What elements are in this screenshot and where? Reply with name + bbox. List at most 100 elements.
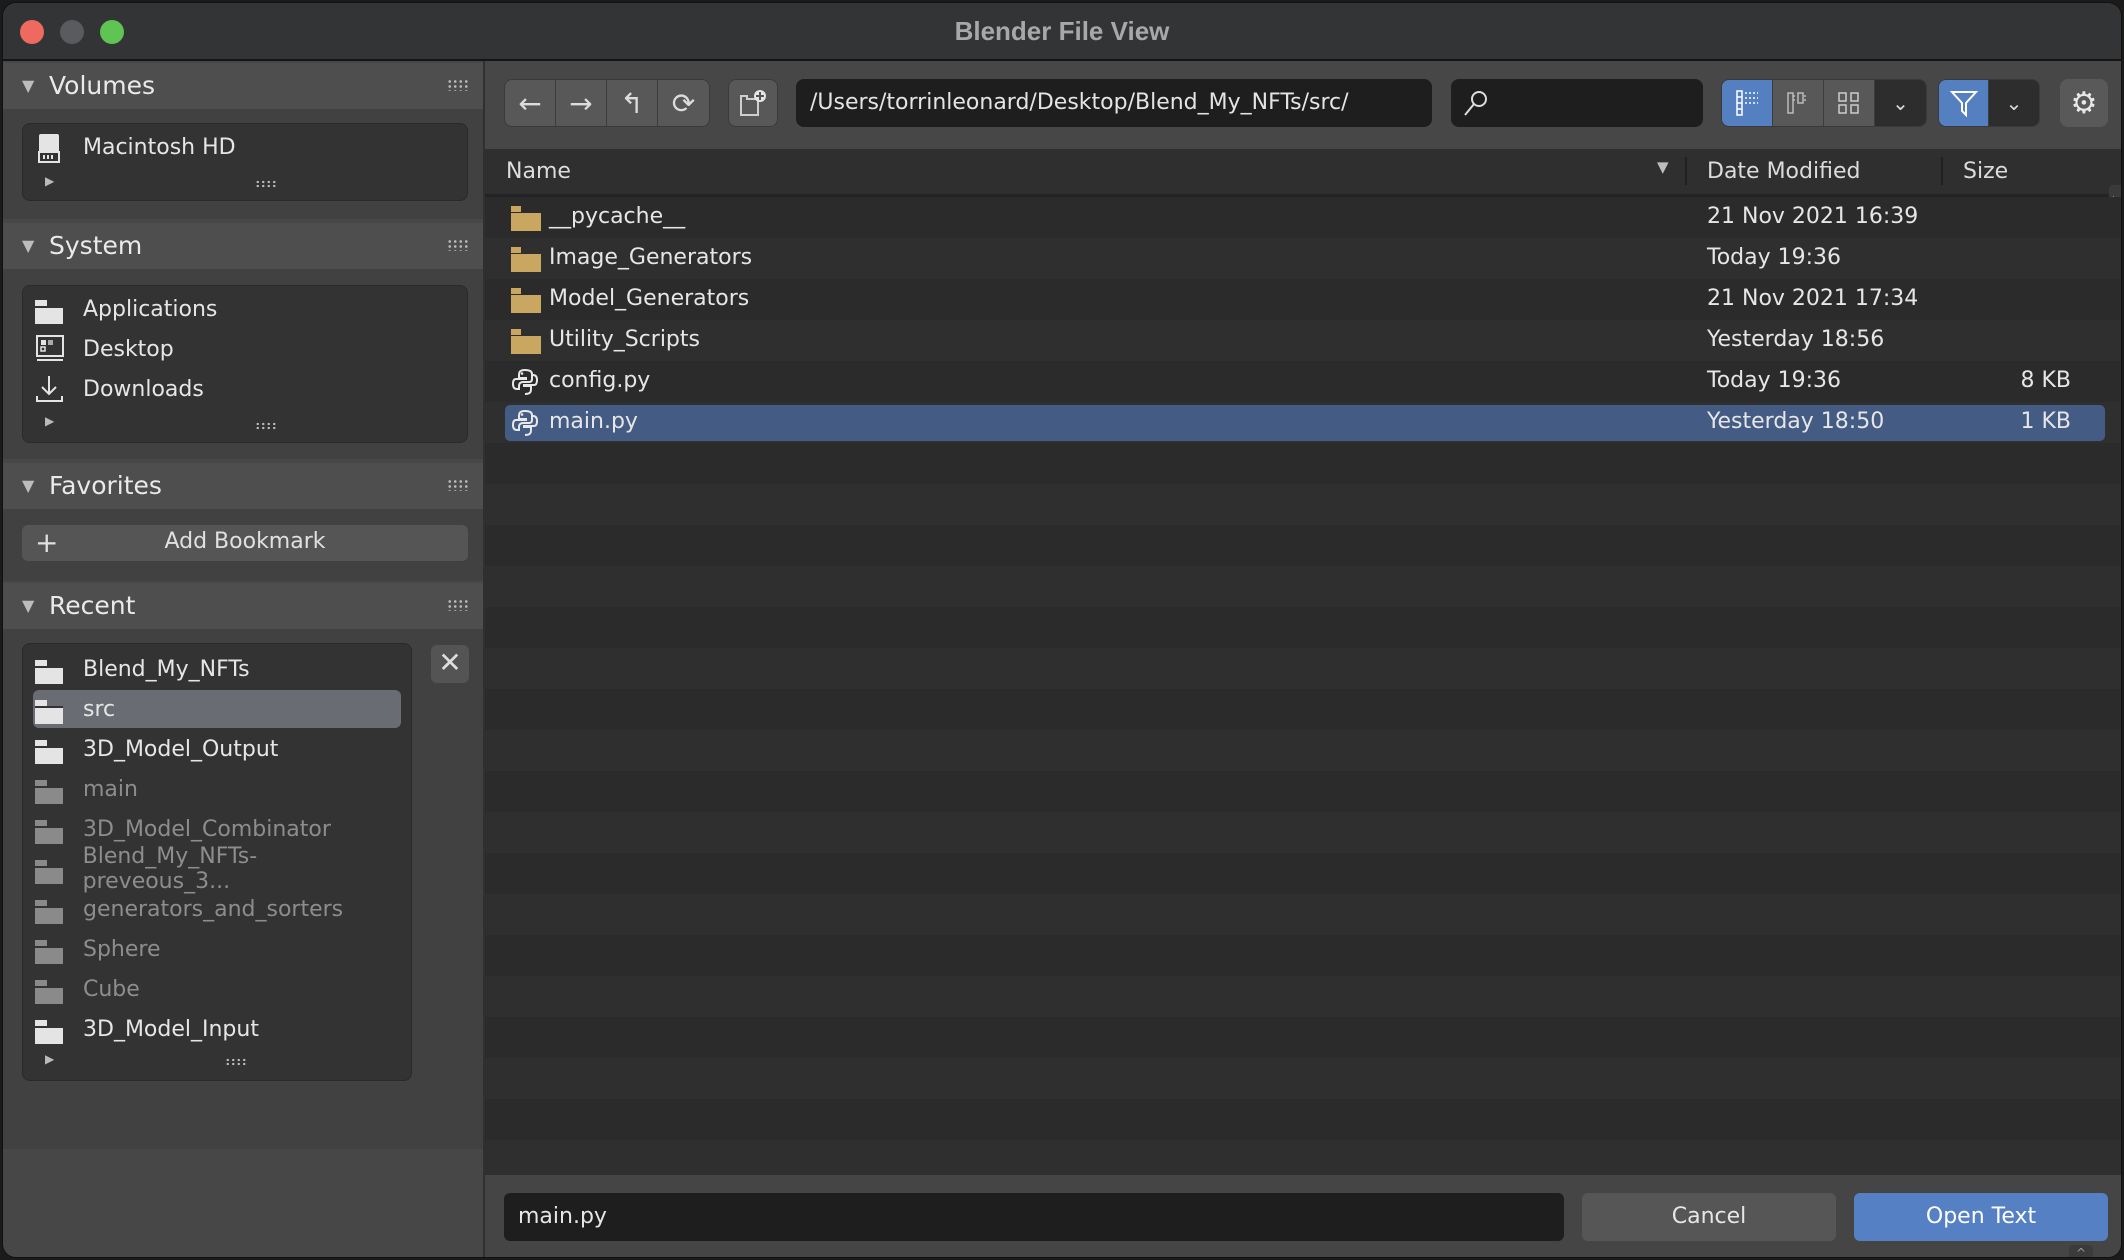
recent-item-label: generators_and_sorters: [83, 896, 344, 922]
drag-handle-icon[interactable]: [447, 599, 469, 611]
file-row[interactable]: Image_Generators Today 19:36: [505, 241, 2105, 277]
expand-triangle-icon[interactable]: ▶: [45, 1052, 54, 1066]
search-input[interactable]: [1451, 79, 1703, 127]
filename-input[interactable]: main.py: [504, 1193, 1564, 1241]
recent-item[interactable]: 3D_Model_Combinator: [33, 810, 401, 848]
back-button[interactable]: ←: [505, 80, 556, 126]
recent-item[interactable]: main: [33, 770, 401, 808]
folder-icon: [35, 894, 69, 924]
chevron-down-icon: ⌄: [1892, 91, 1909, 115]
panel-header-favorites[interactable]: ▼ Favorites: [3, 463, 483, 509]
expand-triangle-icon[interactable]: ▶: [45, 174, 54, 188]
parent-directory-button[interactable]: ↰: [607, 80, 658, 126]
panel-title-volumes: Volumes: [49, 71, 156, 100]
file-name: Utility_Scripts: [549, 327, 700, 352]
title-bar: Blender File View: [3, 3, 2121, 61]
recent-item-label: 3D_Model_Combinator: [83, 816, 331, 842]
row-stripe: [485, 566, 2121, 607]
file-row[interactable]: __pycache__ 21 Nov 2021 16:39: [505, 200, 2105, 236]
panel-header-recent[interactable]: ▼ Recent: [3, 583, 483, 629]
column-separator[interactable]: [1685, 157, 1687, 185]
volume-label: Macintosh HD: [83, 134, 236, 160]
file-date: Yesterday 18:56: [1707, 327, 1885, 352]
recent-item[interactable]: Cube: [33, 970, 401, 1008]
column-header-size[interactable]: Size: [1963, 159, 2008, 184]
expand-options-button[interactable]: ^: [2069, 1245, 2093, 1257]
recent-item[interactable]: 3D_Model_Output: [33, 730, 401, 768]
display-horizontal-list-button[interactable]: [1773, 80, 1824, 126]
arrow-left-icon: ←: [518, 86, 542, 120]
blender-file-view-window: Blender File View ▼ Volumes Macintosh HD…: [2, 2, 2122, 1258]
cancel-button[interactable]: Cancel: [1582, 1193, 1836, 1241]
arrow-up-icon: ↰: [620, 86, 644, 120]
folder-icon: [35, 734, 69, 764]
expand-triangle-icon[interactable]: ▶: [45, 414, 54, 428]
collapse-triangle-icon: ▼: [22, 476, 35, 495]
system-list: Applications Desktop Downloads ▶: [22, 285, 468, 443]
panel-title-recent: Recent: [49, 591, 136, 620]
resize-grip-icon[interactable]: [225, 1058, 247, 1066]
file-name: __pycache__: [549, 204, 686, 229]
volume-item-macintosh-hd[interactable]: Macintosh HD: [33, 128, 457, 166]
row-stripe: [485, 484, 2121, 525]
file-row[interactable]: config.py Today 19:36 8 KB: [505, 364, 2105, 400]
new-folder-icon: [740, 90, 766, 116]
settings-button[interactable]: ⚙: [2060, 79, 2108, 127]
clear-recent-button[interactable]: ✕: [431, 645, 469, 683]
resize-grip-icon[interactable]: [255, 422, 277, 430]
new-folder-group: [728, 79, 778, 127]
folder-icon: [35, 854, 69, 884]
recent-item[interactable]: Sphere: [33, 930, 401, 968]
column-header-name[interactable]: Name: [506, 159, 571, 184]
system-item-applications[interactable]: Applications: [33, 290, 457, 328]
column-header-date[interactable]: Date Modified: [1707, 159, 1860, 184]
folder-icon: [511, 286, 541, 314]
filter-settings-dropdown[interactable]: ⌄: [1989, 80, 2039, 126]
forward-button[interactable]: →: [556, 80, 607, 126]
filter-group: ⌄: [1938, 79, 2040, 127]
panel-header-system[interactable]: ▼ System: [3, 223, 483, 269]
recent-item[interactable]: Blend_My_NFTs-preveous_3...: [33, 844, 401, 894]
display-settings-dropdown[interactable]: ⌄: [1875, 80, 1926, 126]
drag-handle-icon[interactable]: [447, 79, 469, 91]
recent-item[interactable]: generators_and_sorters: [33, 890, 401, 928]
open-text-button[interactable]: Open Text: [1854, 1193, 2108, 1241]
column-separator[interactable]: [1941, 157, 1943, 185]
resize-grip-icon[interactable]: [255, 180, 277, 188]
system-item-downloads[interactable]: Downloads: [33, 370, 457, 408]
drag-handle-icon[interactable]: [447, 239, 469, 251]
new-folder-button[interactable]: [729, 80, 777, 126]
recent-list: ▶ Blend_My_NFTssrc 3D_Model_Output main 3D_…: [22, 643, 412, 1081]
folder-icon: [35, 294, 69, 324]
download-icon: [35, 374, 69, 404]
recent-item-label: src: [83, 696, 116, 722]
drag-handle-icon[interactable]: [447, 479, 469, 491]
directory-path-input[interactable]: /Users/torrinleonard/Desktop/Blend_My_NF…: [796, 79, 1432, 127]
row-stripe: [485, 935, 2121, 976]
display-thumbnails-button[interactable]: [1824, 80, 1875, 126]
folder-icon: [511, 327, 541, 355]
file-row[interactable]: main.py Yesterday 18:50 1 KB: [505, 405, 2105, 441]
folder-icon: [35, 1014, 69, 1044]
system-item-desktop[interactable]: Desktop: [33, 330, 457, 368]
panel-header-volumes[interactable]: ▼ Volumes: [3, 63, 483, 109]
volumes-list: Macintosh HD ▶: [22, 123, 468, 201]
refresh-button[interactable]: ⟳: [658, 80, 709, 126]
row-stripe: [485, 853, 2121, 894]
recent-item[interactable]: Blend_My_NFTs: [33, 650, 401, 688]
file-date: Today 19:36: [1707, 245, 1842, 270]
file-row[interactable]: Model_Generators 21 Nov 2021 17:34: [505, 282, 2105, 318]
recent-item[interactable]: 3D_Model_Input: [33, 1010, 401, 1048]
filter-toggle-button[interactable]: [1939, 80, 1989, 126]
columns-view-icon: [1787, 92, 1806, 114]
python-file-icon: [511, 409, 541, 437]
add-bookmark-button[interactable]: + Add Bookmark: [22, 525, 468, 561]
collapse-triangle-icon: ▼: [22, 236, 35, 255]
display-vertical-list-button[interactable]: [1722, 80, 1773, 126]
sort-descending-icon[interactable]: ▼: [1657, 158, 1669, 176]
disk-icon: [35, 132, 69, 163]
recent-item[interactable]: src: [33, 690, 401, 728]
bottom-bar: main.py Cancel Open Text ^: [485, 1175, 2121, 1257]
folder-icon: [35, 694, 69, 724]
file-row[interactable]: Utility_Scripts Yesterday 18:56: [505, 323, 2105, 359]
